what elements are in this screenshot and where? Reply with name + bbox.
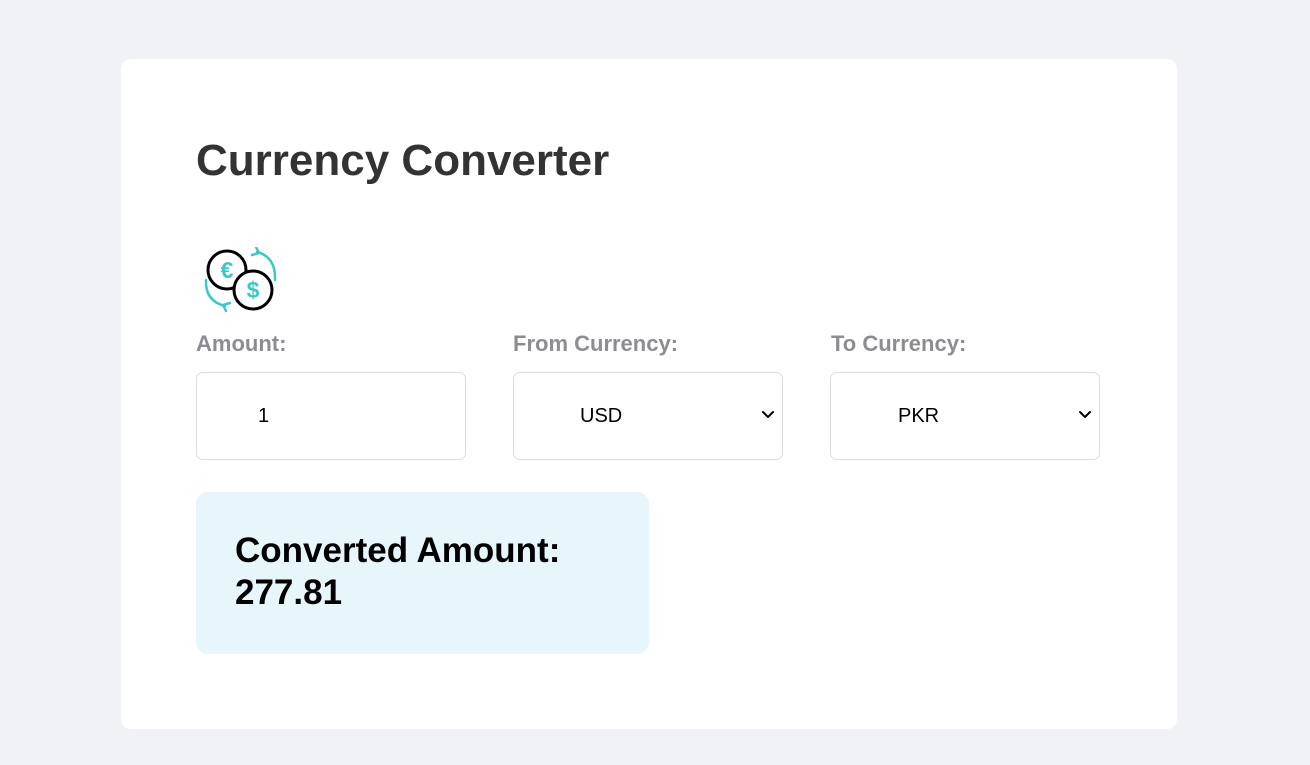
to-currency-label: To Currency: [831, 331, 967, 356]
amount-input[interactable]: 1 [196, 372, 466, 460]
euro-symbol: € [221, 257, 234, 283]
from-currency-value: USD [580, 405, 623, 427]
page-title: Currency Converter [196, 136, 610, 185]
dollar-symbol: $ [247, 277, 260, 303]
currency-exchange-icon: € $ [204, 247, 277, 313]
converted-amount-panel: Converted Amount: 277.81 [196, 492, 649, 654]
to-currency-select[interactable]: PKR [830, 372, 1100, 460]
to-currency-value: PKR [898, 405, 940, 427]
converted-amount-value: 277.81 [235, 573, 343, 612]
converter-card: Currency Converter € $ Amount: 1 From Cu… [121, 59, 1177, 729]
amount-value: 1 [258, 405, 270, 427]
chevron-down-icon [1079, 411, 1091, 418]
amount-label: Amount: [196, 331, 287, 356]
converted-amount-text: Converted Amount: 277.81 [235, 530, 615, 614]
from-currency-select[interactable]: USD [513, 372, 783, 460]
chevron-down-icon [762, 411, 774, 418]
from-currency-label: From Currency: [513, 331, 679, 356]
converted-amount-label: Converted Amount: [235, 531, 561, 570]
